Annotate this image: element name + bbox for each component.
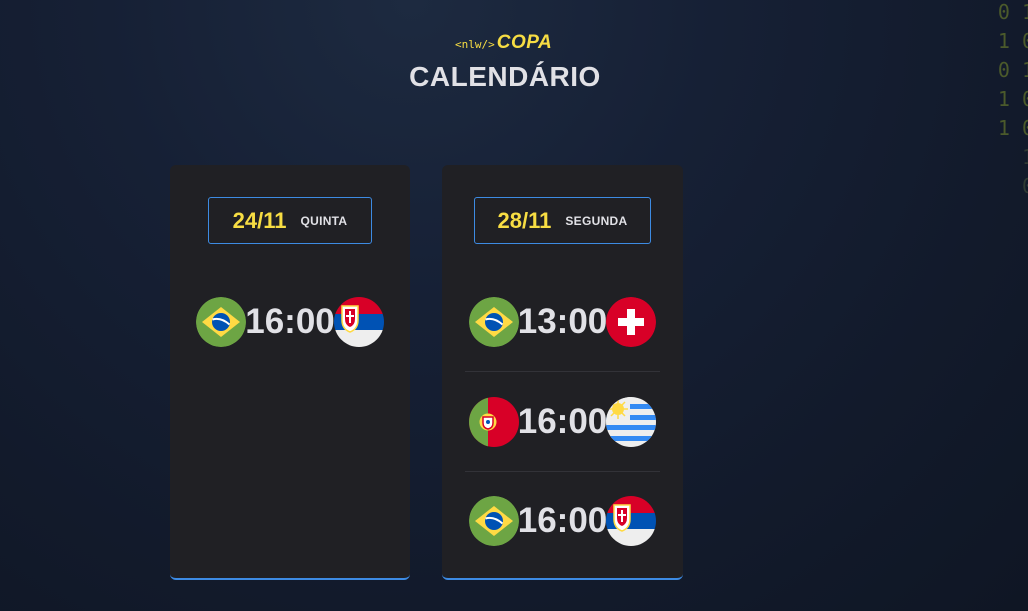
- match-row: 16:00: [170, 297, 410, 347]
- logo-code: <nlw/>: [455, 38, 495, 51]
- match-time: 16:00: [245, 302, 335, 341]
- uruguay-flag-icon: [606, 397, 657, 447]
- page-title: CALENDÁRIO: [409, 61, 601, 92]
- day-card: 28/11 SEGUNDA 13:00 16:00 16:00: [442, 165, 683, 580]
- date-badge: 28/11 SEGUNDA: [474, 197, 651, 244]
- match-divider: [465, 471, 660, 472]
- logo-copa: COPA: [496, 32, 553, 53]
- date-badge: 24/11 QUINTA: [208, 197, 372, 244]
- background-binary-pattern: 0 1 1 0 0 1 1 0 1 0 1 0: [998, 0, 1028, 201]
- weekday-label: SEGUNDA: [565, 213, 628, 228]
- brazil-flag-icon: [468, 496, 519, 546]
- brazil-flag-icon: [468, 297, 519, 347]
- date-number: 28/11: [497, 207, 552, 233]
- day-card: 24/11 QUINTA 16:00: [170, 165, 410, 580]
- match-row: 16:00: [442, 496, 683, 546]
- match-time: 13:00: [517, 302, 608, 341]
- match-time: 16:00: [517, 501, 608, 540]
- date-number: 24/11: [232, 207, 287, 233]
- match-row: 16:00: [442, 397, 683, 447]
- match-row: 13:00: [442, 297, 683, 347]
- logo: <nlw/> COPA: [455, 32, 552, 54]
- binary-line: 1 0: [997, 116, 1028, 140]
- serbia-flag-icon: [333, 297, 384, 347]
- match-time: 16:00: [517, 402, 608, 441]
- match-divider: [465, 371, 660, 372]
- binary-line: 1 0: [997, 29, 1028, 53]
- binary-line: 1: [1021, 145, 1028, 169]
- switzerland-flag-icon: [606, 297, 657, 347]
- binary-line: 0: [1021, 174, 1028, 198]
- binary-line: 0 1: [997, 0, 1028, 24]
- brazil-flag-icon: [196, 297, 247, 347]
- portugal-flag-icon: [468, 397, 519, 447]
- serbia-flag-icon: [606, 496, 657, 546]
- weekday-label: QUINTA: [300, 213, 348, 228]
